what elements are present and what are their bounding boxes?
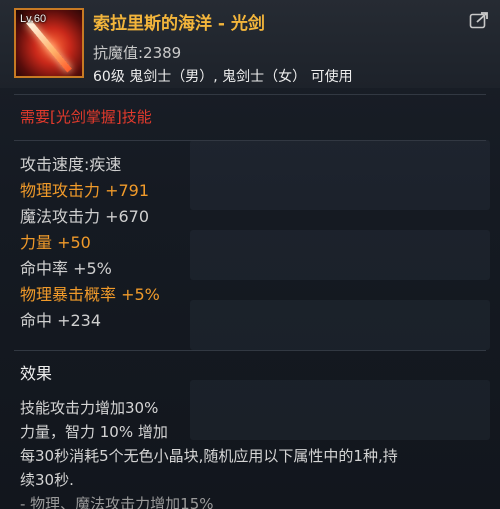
stat-magic-attack: 魔法攻击力 +670: [20, 207, 150, 226]
effects-title: 效果: [20, 364, 53, 383]
divider: [14, 140, 486, 141]
item-tooltip: Lv.60 索拉里斯的海洋 - 光剑 抗魔值:2389 60级 鬼剑士（男）, …: [0, 0, 500, 509]
effect-line: 每30秒消耗5个无色小晶块,随机应用以下属性中的1种,持: [20, 447, 398, 465]
stats-list: 攻击速度:疾速 物理攻击力 +791 魔法攻击力 +670 力量 +50 命中率…: [20, 152, 160, 334]
stat-physical-crit: 物理暴击概率 +5%: [20, 285, 160, 304]
stat-hit: 命中 +234: [20, 311, 102, 330]
divider: [14, 350, 486, 351]
background-item-slot: [190, 300, 490, 350]
item-level: Lv.60: [20, 13, 47, 25]
stat-strength: 力量 +50: [20, 233, 91, 252]
blade-shape: [26, 19, 72, 73]
lightsaber-icon: Lv.60: [14, 8, 84, 78]
effect-line: 技能攻击力增加30%: [20, 399, 159, 417]
effect-line: - 物理、魔法攻击力增加15%: [20, 495, 214, 509]
background-item-slot: [190, 230, 490, 280]
share-icon[interactable]: [468, 10, 490, 30]
skill-requirement: 需要[光剑掌握]技能: [20, 108, 152, 126]
stat-attack-speed: 攻击速度:疾速: [20, 155, 122, 174]
divider: [14, 94, 486, 95]
resist-value: 抗魔值:2389: [93, 44, 182, 62]
share-icon-graphic: [469, 12, 488, 29]
class-restriction: 60级 鬼剑士（男）, 鬼剑士（女） 可使用: [93, 69, 353, 85]
effect-line: 续30秒.: [20, 471, 74, 489]
background-item-slot: [190, 140, 490, 210]
stat-hit-rate: 命中率 +5%: [20, 259, 112, 278]
stat-physical-attack: 物理攻击力 +791: [20, 181, 150, 200]
effect-line: 力量，智力 10% 增加: [20, 423, 168, 441]
item-name: 索拉里斯的海洋 - 光剑: [93, 14, 265, 34]
effects-list: 技能攻击力增加30% 力量，智力 10% 增加 每30秒消耗5个无色小晶块,随机…: [20, 396, 490, 509]
